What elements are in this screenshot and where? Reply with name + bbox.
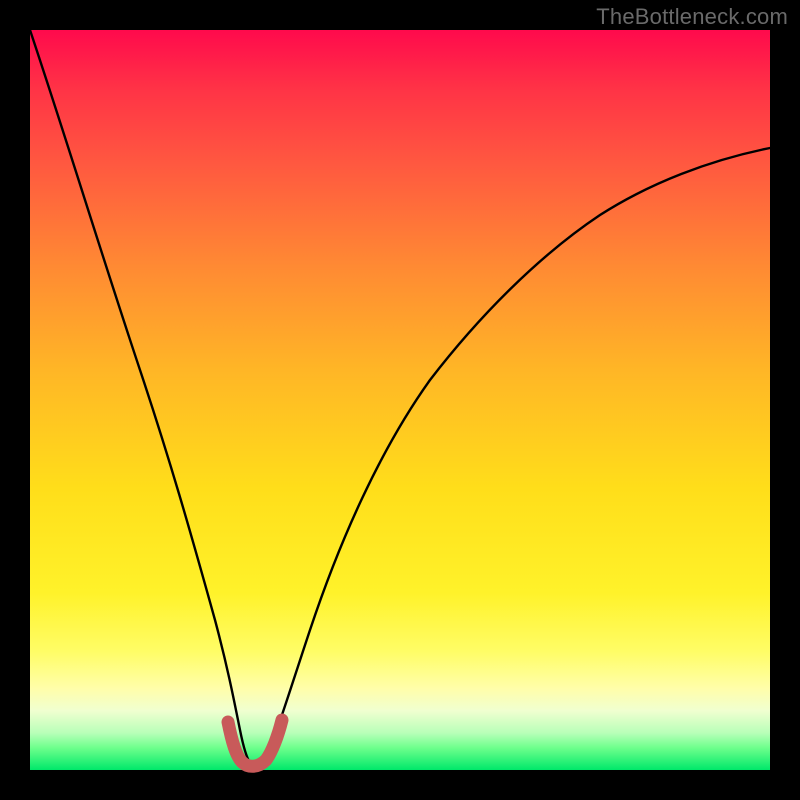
chart-plot-area <box>30 30 770 770</box>
watermark-text: TheBottleneck.com <box>596 4 788 30</box>
bottleneck-curve <box>30 30 770 766</box>
chart-svg <box>30 30 770 770</box>
optimal-zone-marker <box>228 720 282 766</box>
